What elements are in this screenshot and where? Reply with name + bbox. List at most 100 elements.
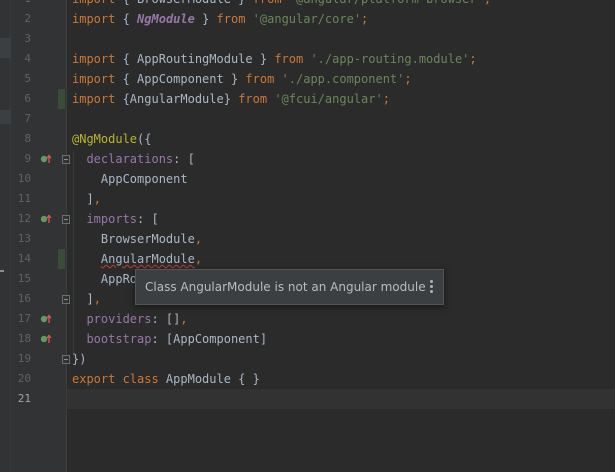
code-text: export class AppModule { } — [72, 369, 260, 389]
line-number: 13 — [17, 232, 31, 245]
line-number: 6 — [24, 92, 31, 105]
code-token: ; — [404, 72, 412, 86]
code-token: providers — [86, 312, 152, 326]
code-text: AppRo — [72, 269, 137, 289]
code-line[interactable]: 13 BrowserModule, — [0, 229, 615, 249]
line-number: 19 — [17, 352, 31, 365]
line-number: 2 — [24, 12, 31, 25]
code-token: export class — [72, 372, 159, 386]
line-number: 3 — [24, 32, 31, 45]
line-number: 20 — [17, 372, 31, 385]
code-text: ], — [72, 189, 101, 209]
overrides-icon[interactable] — [40, 213, 52, 225]
fold-collapse-icon[interactable] — [62, 215, 70, 224]
fold-collapse-icon[interactable] — [62, 295, 70, 304]
code-token: , — [194, 252, 203, 266]
code-line[interactable]: 12 imports: [ — [0, 209, 615, 229]
code-token: '@fcui/angular' — [274, 92, 383, 106]
code-line[interactable]: 9 declarations: [ — [0, 149, 615, 169]
code-token: AppComponent — [72, 172, 188, 186]
code-line[interactable]: 8 @NgModule({ — [0, 129, 615, 149]
line-number: 14 — [17, 252, 31, 265]
code-text: }) — [72, 349, 86, 369]
kebab-menu-icon[interactable] — [427, 280, 435, 294]
code-line[interactable]: 3 — [0, 29, 615, 49]
code-token: ; — [361, 12, 369, 26]
overrides-icon[interactable] — [40, 333, 52, 345]
overrides-icon[interactable] — [40, 153, 52, 165]
code-token: : [ — [137, 212, 159, 226]
code-token: ] — [72, 192, 94, 206]
code-token: from — [245, 72, 275, 86]
line-number: 7 — [24, 112, 31, 125]
code-token: } — [194, 12, 217, 26]
fold-collapse-icon[interactable] — [62, 155, 70, 164]
code-token: ; — [382, 92, 390, 106]
code-line[interactable]: 1 import { BrowserModule } from '@angular… — [0, 0, 615, 9]
code-token: , — [180, 312, 188, 326]
code-token: ; — [484, 0, 491, 6]
code-line[interactable]: 4 import { AppRoutingModule } from './app… — [0, 49, 615, 69]
code-line[interactable]: 7 — [0, 109, 615, 129]
line-number: 18 — [17, 332, 31, 345]
code-token: BrowserModule — [72, 232, 195, 246]
code-token: ; — [469, 52, 477, 66]
code-token: { BrowserModule } — [115, 0, 252, 6]
code-token: , — [93, 292, 101, 306]
code-text: AngularModule, — [72, 249, 202, 269]
line-number: 16 — [17, 292, 31, 305]
code-token: './app-routing.module' — [310, 52, 470, 66]
line-number: 11 — [17, 192, 31, 205]
code-token: ] — [72, 292, 94, 306]
code-token: import — [72, 52, 116, 66]
code-text: import { NgModule } from '@angular/core'… — [72, 9, 368, 29]
fold-collapse-icon[interactable] — [62, 355, 70, 364]
code-token: '@angular/platform-browser' — [289, 0, 484, 6]
code-token: , — [93, 192, 101, 206]
code-text: import { AppRoutingModule } from './app-… — [72, 49, 477, 69]
code-line[interactable]: 11 ], — [0, 189, 615, 209]
code-text: import { AppComponent } from './app.comp… — [72, 69, 412, 89]
code-text: AppComponent — [72, 169, 188, 189]
code-text: ], — [72, 289, 101, 309]
code-token: '@angular/core' — [252, 12, 362, 26]
line-number: 5 — [24, 72, 31, 85]
code-line[interactable]: 20 export class AppModule { } — [0, 369, 615, 389]
code-token: from — [274, 52, 304, 66]
code-line[interactable]: 21 — [0, 389, 615, 409]
line-number: 10 — [17, 172, 31, 185]
code-token: import — [72, 72, 116, 86]
code-text: bootstrap: [AppComponent] — [72, 329, 267, 349]
code-line[interactable]: 14 AngularModule, — [0, 249, 615, 269]
overrides-icon[interactable] — [40, 313, 52, 325]
code-token: AppModule { } — [158, 372, 260, 386]
code-token: : [AppComponent] — [151, 332, 268, 346]
code-token: : [] — [151, 312, 181, 326]
code-token: bootstrap — [86, 332, 152, 346]
code-line[interactable]: 5 import { AppComponent } from './app.com… — [0, 69, 615, 89]
code-line[interactable]: 6 import {AngularModule} from '@fcui/angu… — [0, 89, 615, 109]
error-tooltip[interactable]: Class AngularModule is not an Angular mo… — [135, 269, 444, 305]
code-line[interactable]: 18 bootstrap: [AppComponent] — [0, 329, 615, 349]
code-line[interactable]: 2 import { NgModule } from '@angular/core… — [0, 9, 615, 29]
code-token: import — [72, 12, 116, 26]
code-token: from — [238, 92, 268, 106]
code-token: imports — [86, 212, 138, 226]
code-token: {AngularModule} — [115, 92, 239, 106]
code-line[interactable]: 10 AppComponent — [0, 169, 615, 189]
code-line[interactable]: 17 providers: [], — [0, 309, 615, 329]
code-token: './app.component' — [281, 72, 405, 86]
code-token: declarations — [86, 152, 174, 166]
error-token: AngularModule — [100, 252, 195, 266]
line-number: 8 — [24, 132, 31, 145]
code-token: { AppRoutingModule } — [115, 52, 275, 66]
code-line[interactable]: 19}) — [0, 349, 615, 369]
code-token: from — [216, 12, 246, 26]
code-token: AppRo — [72, 272, 138, 286]
